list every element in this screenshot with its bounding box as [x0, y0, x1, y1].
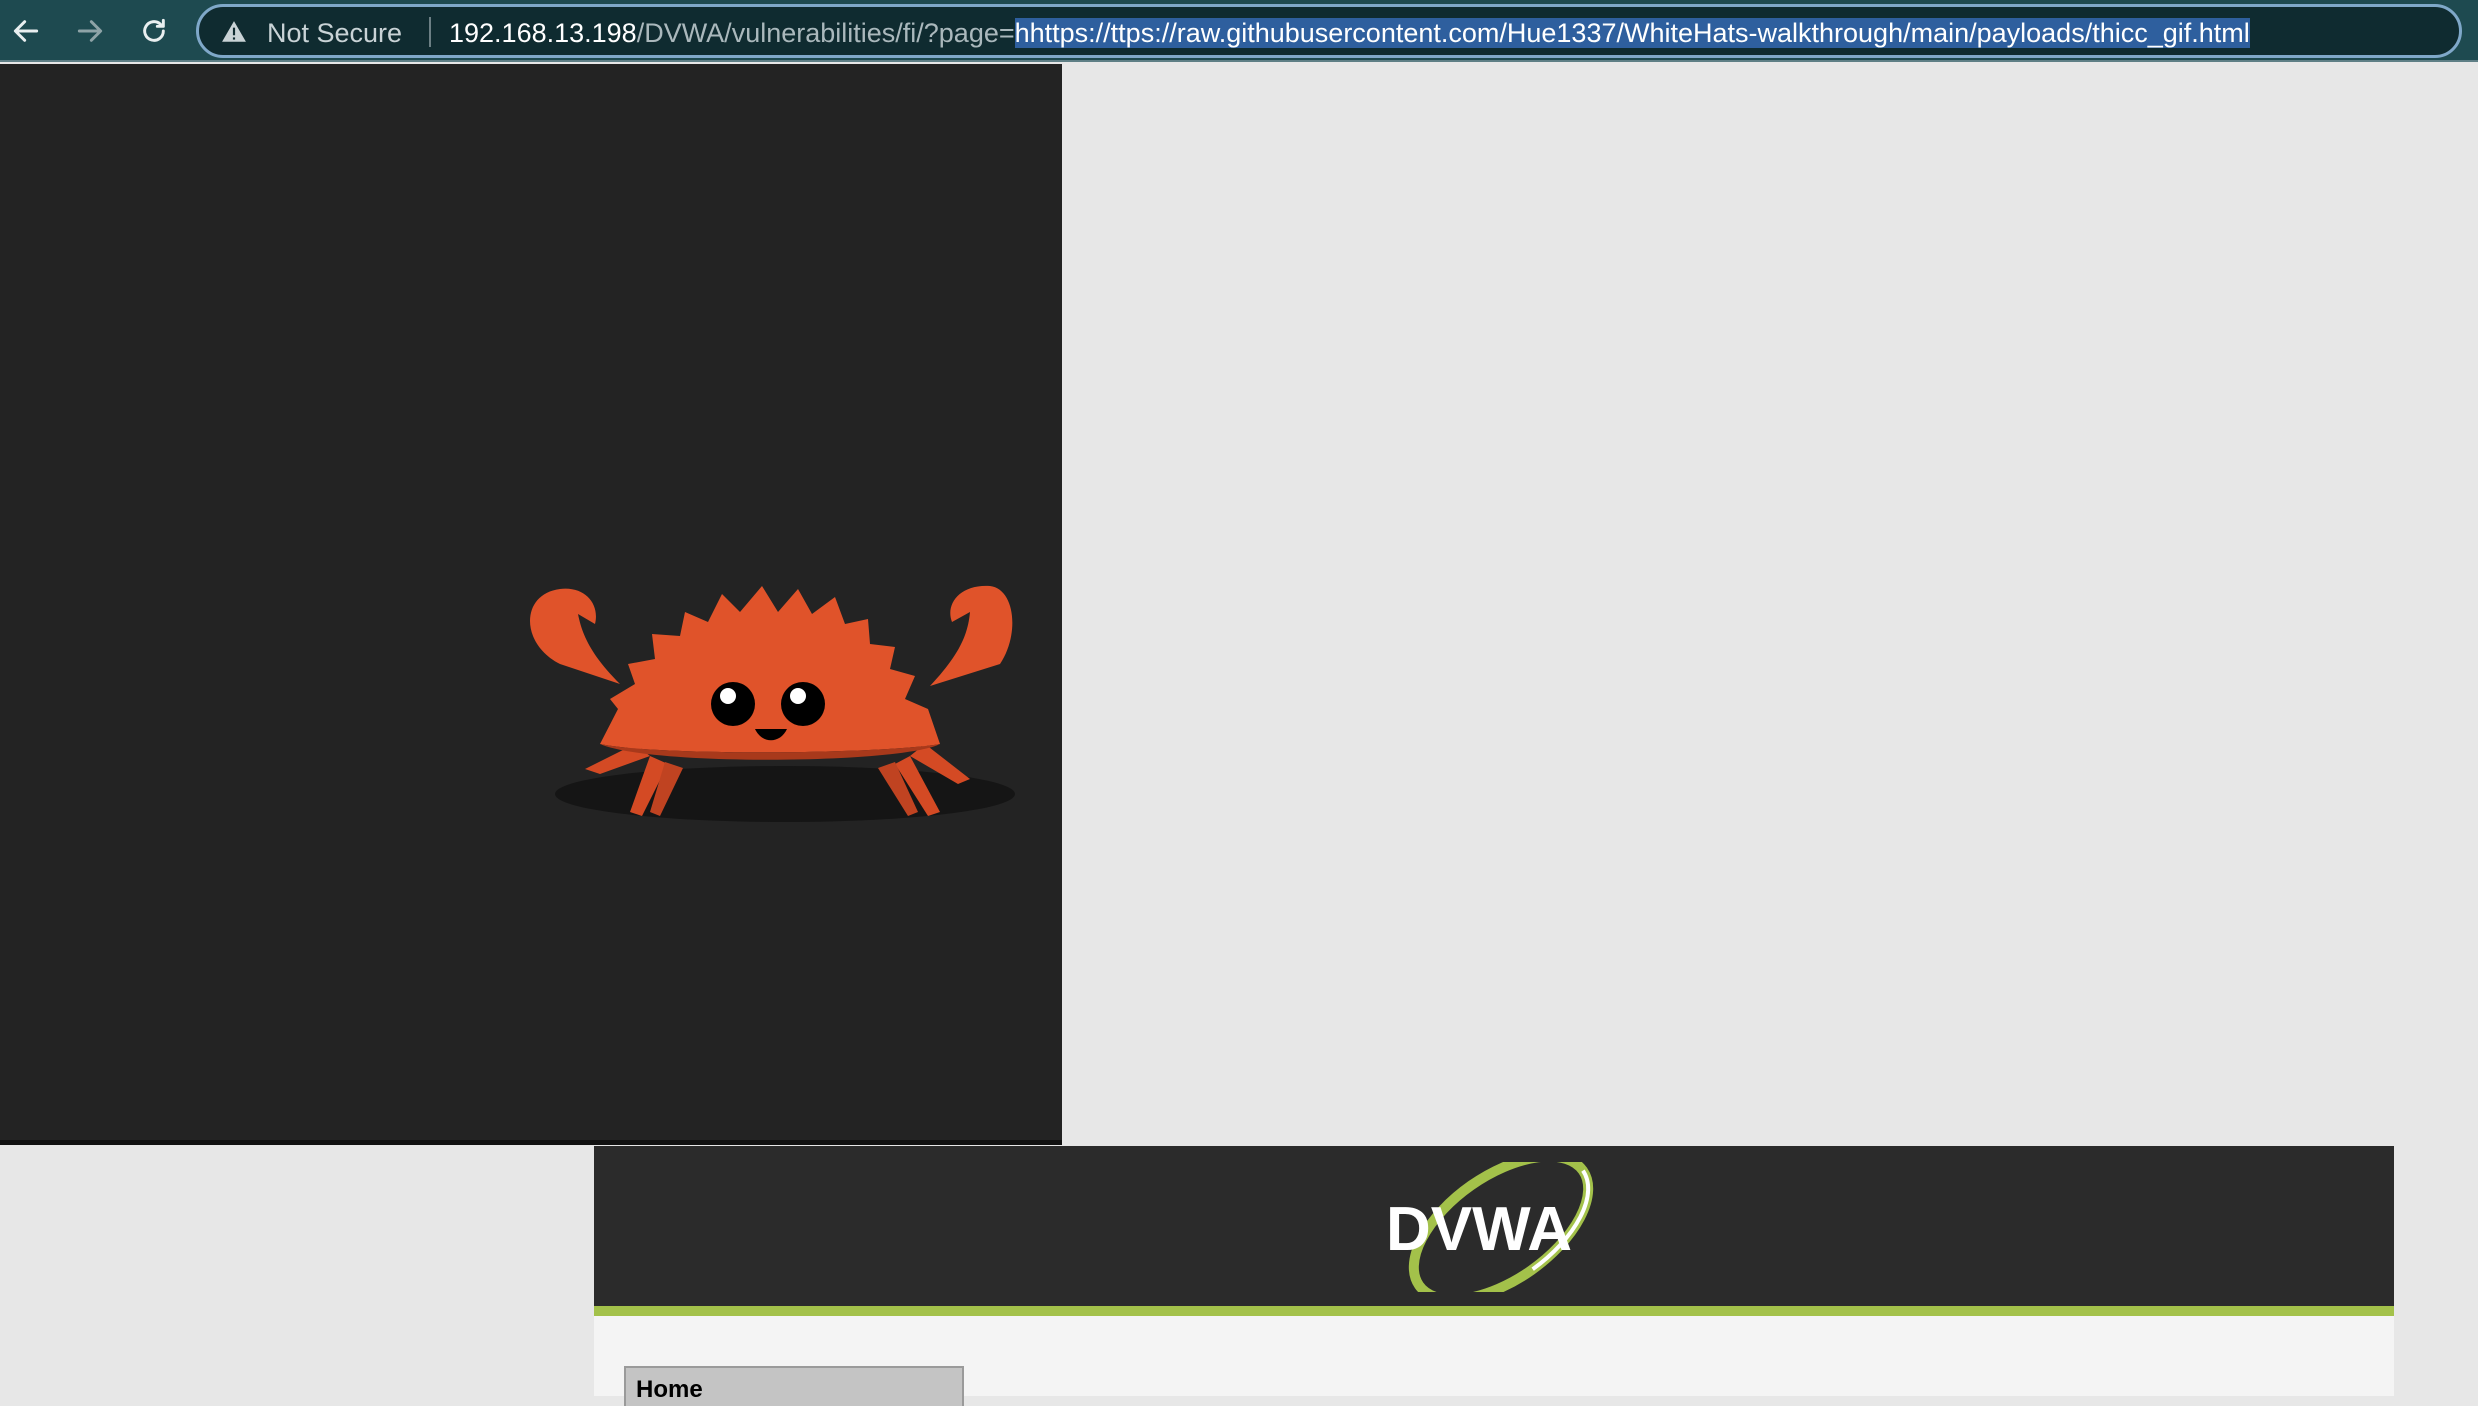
security-label[interactable]: Not Secure: [267, 18, 402, 49]
arrow-right-icon: [77, 20, 103, 42]
url-selected-text: hhttps://ttps://raw.githubusercontent.co…: [1014, 18, 2250, 48]
header-accent-bar: [594, 1306, 2394, 1316]
dvwa-logo: DVWA: [1386, 1162, 1594, 1292]
warning-icon: [222, 21, 246, 42]
forward-button[interactable]: [66, 8, 114, 54]
url-text[interactable]: 192.168.13.198/DVWA/vulnerabilities/fi/?…: [449, 18, 2250, 49]
back-button[interactable]: [2, 8, 50, 54]
crab-image: [530, 585, 1015, 822]
browser-toolbar: Not Secure 192.168.13.198/DVWA/vulnerabi…: [0, 0, 2478, 62]
address-bar[interactable]: Not Secure 192.168.13.198/DVWA/vulnerabi…: [196, 4, 2462, 58]
arrow-left-icon: [13, 20, 39, 42]
reload-button[interactable]: [130, 8, 178, 54]
url-host: 192.168.13.198: [449, 18, 637, 48]
address-separator: [429, 17, 431, 47]
frame-border: [0, 1140, 1062, 1145]
reload-icon: [143, 18, 165, 42]
dvwa-content: Home: [594, 1316, 2394, 1406]
dvwa-logo-text: DVWA: [1386, 1195, 1572, 1264]
injected-gif-frame: [0, 64, 1062, 1143]
url-path: /DVWA/vulnerabilities/fi/?page=: [636, 18, 1015, 48]
dvwa-header: DVWA: [594, 1146, 2394, 1306]
menu-item-home[interactable]: Home: [624, 1366, 964, 1406]
